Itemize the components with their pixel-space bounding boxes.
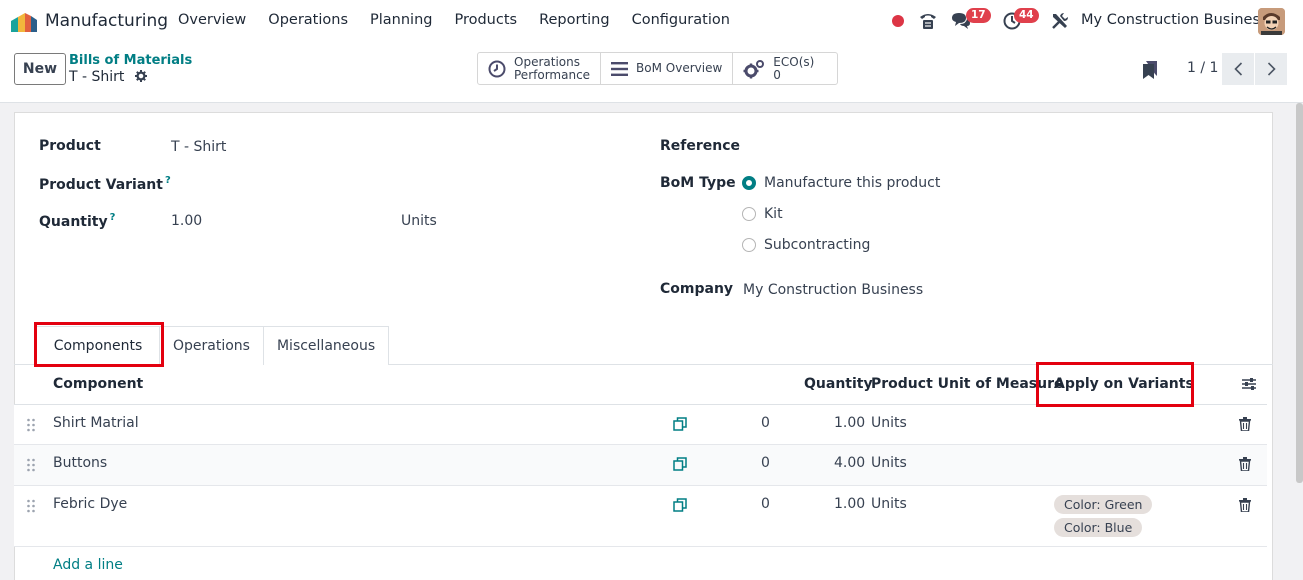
quantity-field[interactable]: 1.00 [171,213,202,229]
component-quantity[interactable]: 1.00 [834,496,865,512]
scrollbar[interactable] [1296,103,1303,483]
reference-label: Reference [660,138,741,154]
component-quantity[interactable]: 4.00 [834,455,865,471]
column-uom[interactable]: Product Unit of Measure [871,376,1064,392]
menu-planning[interactable]: Planning [370,12,432,28]
record-title: T - Shirt [69,69,147,85]
highlight-apply-on-variants [1036,362,1194,407]
debug-tools-icon[interactable] [1051,12,1069,30]
eco-label: ECO(s) 0 [773,54,815,82]
bom-type-kit-radio[interactable]: Kit [742,206,783,222]
help-tooltip-icon[interactable]: ? [165,175,171,186]
component-quantity[interactable]: 1.00 [834,415,865,431]
trash-icon[interactable] [1239,417,1251,431]
table-row[interactable]: Shirt Matrial 0 1.00 Units [14,405,1267,445]
breadcrumb-bills-of-materials[interactable]: Bills of Materials [69,53,192,68]
status-dot-icon[interactable] [892,15,904,27]
cogs-icon [743,59,765,78]
chevron-left-icon [1233,62,1242,76]
main-menu: Overview Operations Planning Products Re… [178,12,752,28]
company-label: Company [660,281,734,297]
chevron-right-icon [1267,62,1276,76]
drag-handle-icon[interactable] [26,499,36,513]
bom-overview-button[interactable]: BoM Overview [601,53,734,84]
bom-type-label: BoM Type [660,175,736,191]
quantity-label: Quantity? [39,212,116,230]
product-variant-label: Product Variant? [39,175,171,193]
component-name[interactable]: Shirt Matrial [53,415,139,431]
pager-next-button[interactable] [1255,53,1287,85]
operations-performance-button[interactable]: Operations Performance [478,53,602,84]
highlight-components-tab [34,322,164,367]
operation-count: 0 [761,496,770,512]
bom-type-option-label: Manufacture this product [764,175,941,191]
component-uom[interactable]: Units [871,496,907,512]
bom-type-option-label: Subcontracting [764,237,871,253]
table-row[interactable]: Buttons 0 4.00 Units [14,445,1267,486]
smart-buttons: Operations Performance BoM Overview ECO(… [477,52,839,85]
operation-count: 0 [761,455,770,471]
operation-count: 0 [761,415,770,431]
new-button[interactable]: New [14,53,66,85]
activity-count-badge: 44 [1014,8,1039,23]
copy-icon[interactable] [673,498,687,512]
trash-icon[interactable] [1239,457,1251,471]
bars-icon [611,61,629,76]
optional-columns-icon[interactable] [1241,376,1257,392]
radio-unchecked-icon [742,207,756,221]
eco-button[interactable]: ECO(s) 0 [733,53,837,84]
pager-previous-button[interactable] [1222,53,1254,85]
control-panel: New Bills of Materials T - Shirt Operati… [0,42,1303,103]
drag-handle-icon[interactable] [26,458,36,472]
add-a-line-link[interactable]: Add a line [53,557,123,573]
product-label: Product [39,138,101,154]
clock-icon [488,60,506,77]
menu-products[interactable]: Products [454,12,517,28]
phone-icon[interactable] [918,11,938,31]
copy-icon[interactable] [673,457,687,471]
component-name[interactable]: Febric Dye [53,496,127,512]
tab-miscellaneous[interactable]: Miscellaneous [263,326,390,365]
product-variant-field[interactable] [171,176,401,194]
bookmark-icon[interactable] [1143,61,1157,79]
menu-configuration[interactable]: Configuration [632,12,730,28]
operations-performance-label: Operations Performance [514,54,591,82]
bom-type-subcontracting-radio[interactable]: Subcontracting [742,237,870,253]
company-field[interactable]: My Construction Business [743,282,923,298]
variant-tag-blue[interactable]: Color: Blue [1054,518,1143,537]
bom-type-manufacture-radio[interactable]: Manufacture this product [742,175,940,191]
radio-checked-icon [742,176,756,190]
component-name[interactable]: Buttons [53,455,107,471]
record-title-text: T - Shirt [69,69,125,85]
radio-unchecked-icon [742,238,756,252]
menu-reporting[interactable]: Reporting [539,12,610,28]
column-quantity[interactable]: Quantity [804,376,873,392]
bom-type-option-label: Kit [764,206,783,222]
copy-icon[interactable] [673,417,687,431]
company-switcher[interactable]: My Construction Business [1081,12,1268,28]
drag-handle-icon[interactable] [26,418,36,432]
menu-operations[interactable]: Operations [268,12,348,28]
component-uom[interactable]: Units [871,455,907,471]
manufacturing-app-icon[interactable] [11,12,37,32]
variant-tag-green[interactable]: Color: Green [1054,495,1153,514]
reference-field[interactable] [743,139,1143,157]
user-avatar[interactable] [1258,8,1285,35]
tab-operations[interactable]: Operations [160,326,264,365]
gear-icon[interactable] [134,70,147,82]
column-component[interactable]: Component [53,376,143,392]
component-uom[interactable]: Units [871,415,907,431]
help-tooltip-icon[interactable]: ? [110,212,116,223]
product-field[interactable]: T - Shirt [171,139,226,155]
pager-value[interactable]: 1 / 1 [1187,60,1218,76]
app-name[interactable]: Manufacturing [45,11,168,31]
quantity-uom-field[interactable]: Units [401,213,437,229]
menu-overview[interactable]: Overview [178,12,246,28]
table-row[interactable]: Febric Dye 0 1.00 Units Color: Green Col… [14,486,1267,547]
top-navbar: Manufacturing Overview Operations Planni… [0,0,1303,42]
bom-overview-label: BoM Overview [636,61,723,75]
trash-icon[interactable] [1239,498,1251,512]
chat-count-badge: 17 [966,8,991,23]
